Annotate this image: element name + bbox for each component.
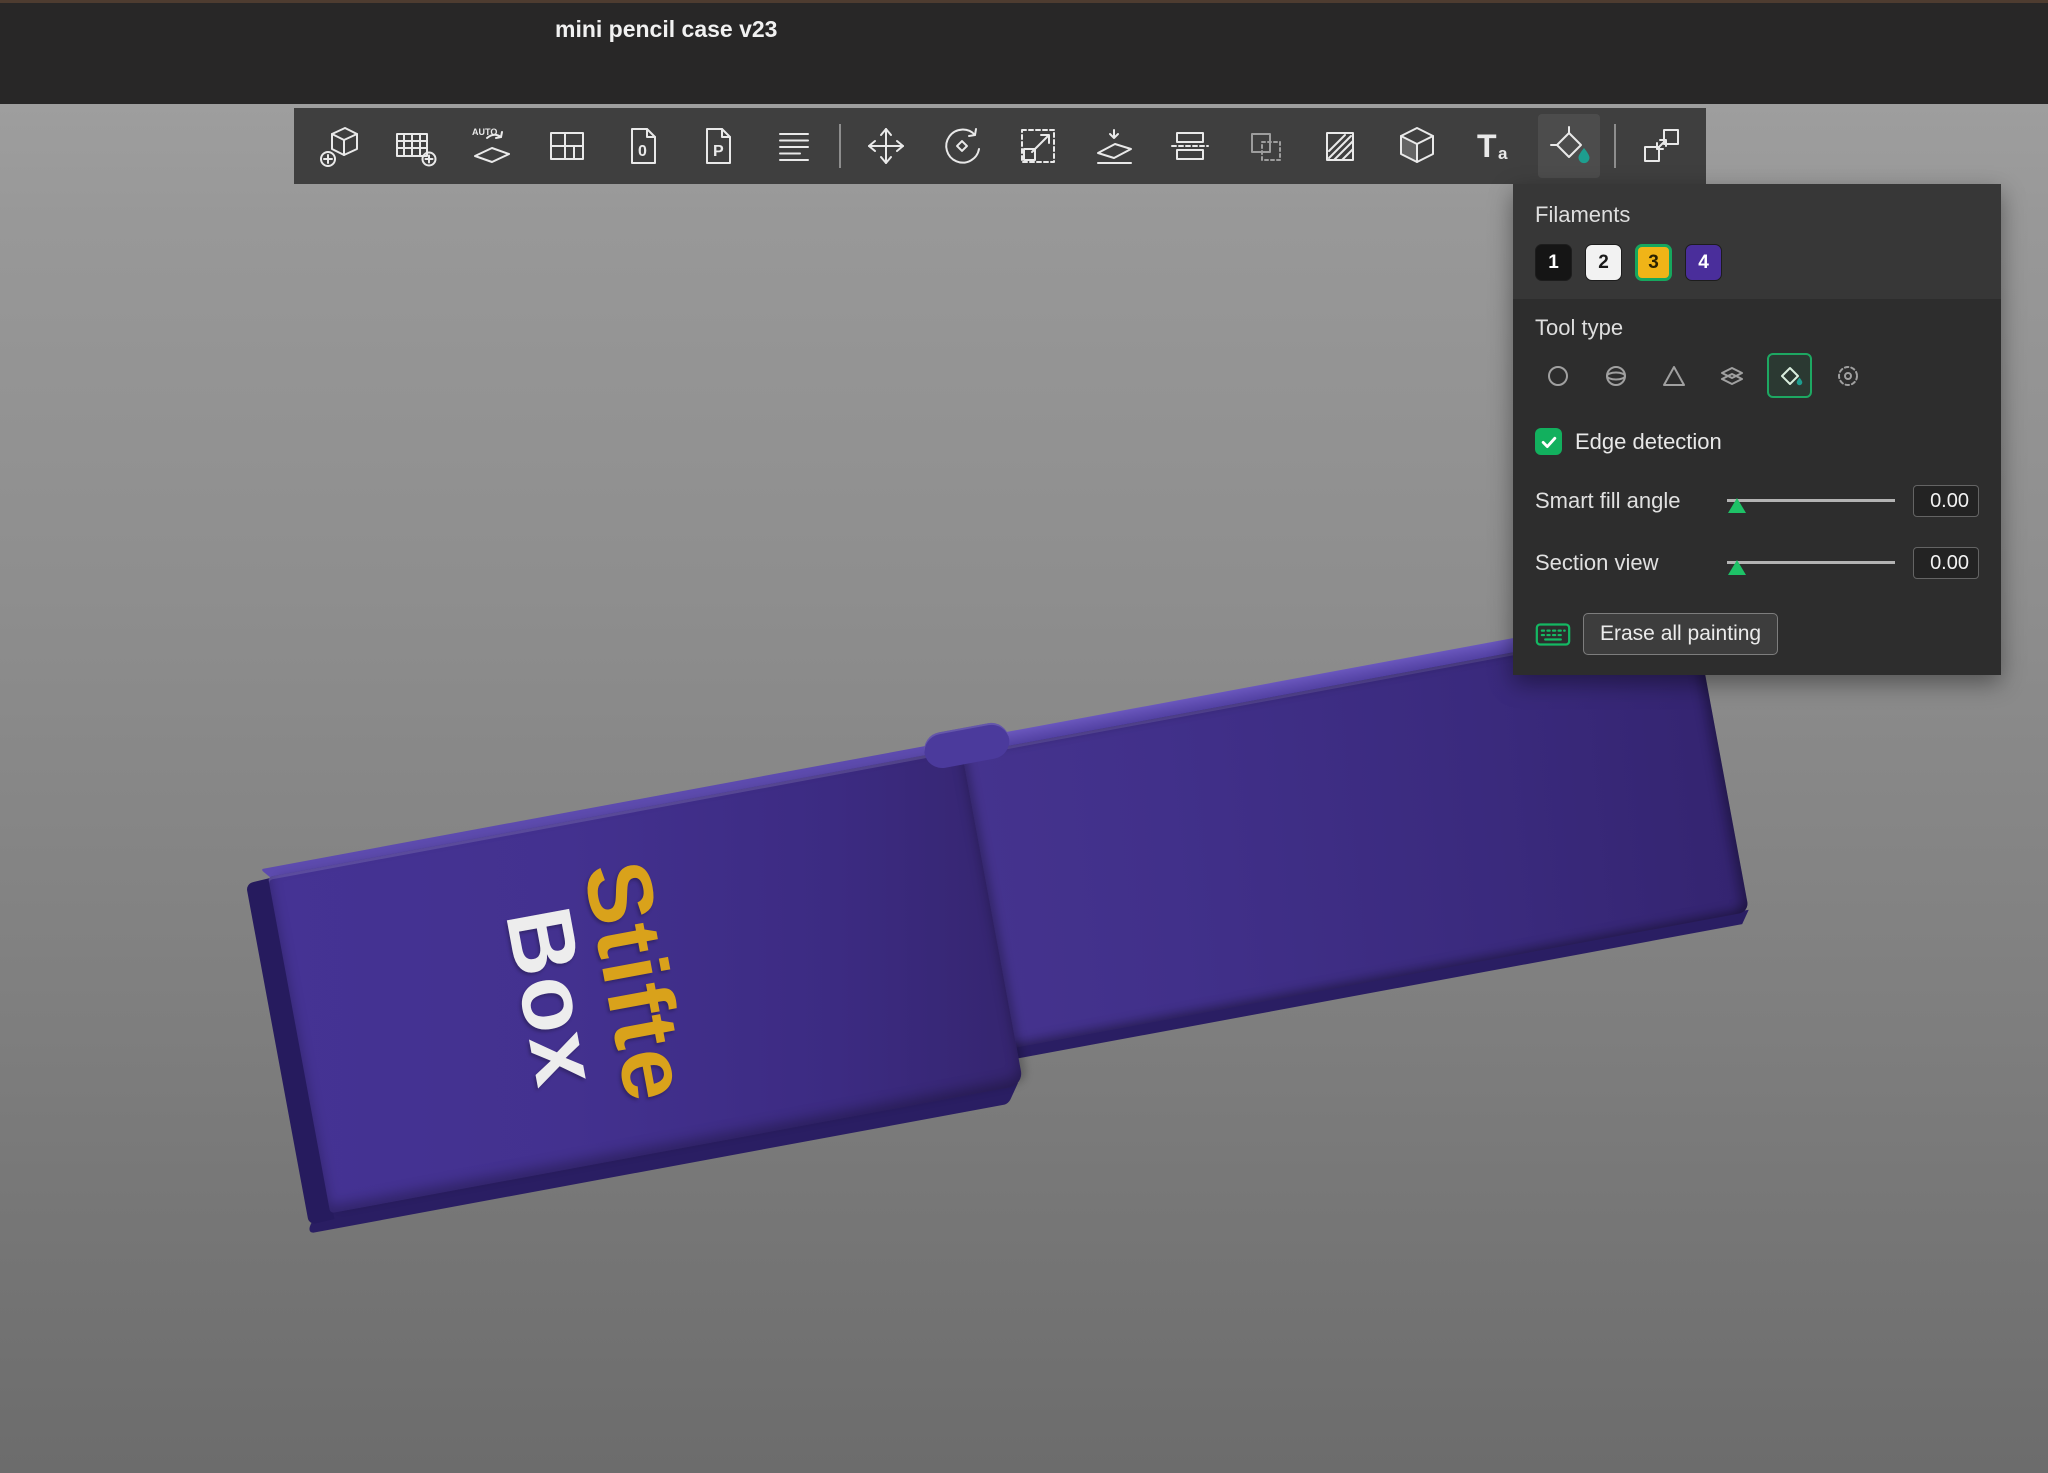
- tool-type-circle[interactable]: [1535, 353, 1580, 398]
- filament-2-number: 2: [1598, 251, 1609, 273]
- section-view-value[interactable]: 0.00: [1913, 547, 1979, 579]
- move-icon: [868, 128, 905, 164]
- filaments-section: Filaments 1 2 3 4: [1513, 184, 2001, 299]
- filament-3-number: 3: [1648, 251, 1659, 273]
- tool-type-triangle[interactable]: [1651, 353, 1696, 398]
- section-view-slider[interactable]: [1727, 548, 1895, 578]
- toolbar-text-tool-button[interactable]: T a: [1462, 114, 1524, 178]
- tool-type-height-range[interactable]: [1709, 353, 1754, 398]
- add-plate-icon: [395, 133, 437, 167]
- toolbar-arrange-button[interactable]: [536, 114, 598, 178]
- add-cube-icon: [320, 127, 358, 167]
- filament-swatches: 1 2 3 4: [1535, 244, 1979, 281]
- toolbar-color-paint-button[interactable]: [1538, 114, 1601, 178]
- toolbar-object-list-button[interactable]: [763, 114, 825, 178]
- svg-text:a: a: [1498, 144, 1508, 163]
- edge-detection-row: Edge detection: [1535, 428, 1979, 455]
- titlebar: mini pencil case v23: [0, 0, 2048, 104]
- assembly-icon: [1643, 129, 1679, 162]
- slider-thumb[interactable]: [1728, 498, 1746, 513]
- toolbar-scale-button[interactable]: [1007, 114, 1069, 178]
- place-on-face-icon: [1096, 129, 1132, 164]
- toolbar-add-plate-button[interactable]: [384, 114, 446, 178]
- toolbar-cut-button[interactable]: [1159, 114, 1221, 178]
- sphere-brush-icon: [1605, 365, 1626, 386]
- cut-icon: [1170, 132, 1209, 160]
- triangle-brush-icon: [1662, 365, 1685, 386]
- paint-panel-body: Tool type Edge detection Smart fill angl…: [1513, 299, 2001, 655]
- support-paint-icon: [1326, 132, 1355, 161]
- tool-type-fill[interactable]: [1767, 353, 1812, 398]
- check-icon: [1541, 436, 1556, 448]
- smart-fill-angle-label: Smart fill angle: [1535, 488, 1681, 513]
- height-range-icon: [1720, 366, 1743, 385]
- scale-icon: [1020, 129, 1055, 163]
- toolbar-move-button[interactable]: [855, 114, 917, 178]
- tool-type-gap-fill[interactable]: [1825, 353, 1870, 398]
- color-paint-icon: [1550, 126, 1590, 164]
- smart-fill-angle-row: Smart fill angle 0.00: [1535, 485, 1979, 517]
- toolbar-support-paint-button[interactable]: [1310, 114, 1372, 178]
- toolbar-add-object-button[interactable]: [308, 114, 370, 178]
- slider-track: [1727, 561, 1895, 564]
- erase-row: Erase all painting: [1535, 613, 1979, 655]
- toolbar-rotate-button[interactable]: [931, 114, 993, 178]
- filament-4-swatch[interactable]: 4: [1685, 244, 1722, 281]
- paint-tool-panel: Filaments 1 2 3 4 Tool type Edge detecti…: [1513, 184, 2001, 675]
- filament-1-number: 1: [1548, 251, 1559, 273]
- edge-detection-label: Edge detection: [1575, 428, 1722, 454]
- toolbar-auto-orient-button[interactable]: AUTO: [460, 114, 522, 178]
- svg-text:P: P: [713, 143, 724, 160]
- filaments-label: Filaments: [1535, 202, 1631, 227]
- main-toolbar: AUTO 0 P T a: [294, 108, 1706, 184]
- toolbar-separator: [839, 124, 842, 168]
- svg-text:T: T: [1477, 128, 1497, 164]
- text-tool-icon: T a: [1477, 128, 1508, 164]
- keyboard-shortcut-icon: [1535, 622, 1571, 646]
- model-pencil-case[interactable]: Stifte Box: [245, 607, 1758, 1234]
- smart-fill-angle-slider[interactable]: [1727, 486, 1895, 516]
- object-list-icon: [779, 133, 810, 161]
- smart-fill-angle-value[interactable]: 0.00: [1913, 485, 1979, 517]
- document-p-icon: P: [706, 128, 732, 164]
- svg-text:0: 0: [638, 143, 647, 160]
- filament-1-swatch[interactable]: 1: [1535, 244, 1572, 281]
- auto-orient-icon: AUTO: [472, 127, 510, 163]
- seam-paint-icon: [1400, 127, 1435, 163]
- tool-type-sphere[interactable]: [1593, 353, 1638, 398]
- toolbar-import-geometry-button[interactable]: 0: [612, 114, 674, 178]
- toolbar-place-on-face-button[interactable]: [1083, 114, 1145, 178]
- tool-type-label: Tool type: [1535, 315, 1624, 340]
- filament-2-swatch[interactable]: 2: [1585, 244, 1622, 281]
- project-title: mini pencil case v23: [555, 16, 778, 42]
- edge-detection-checkbox[interactable]: [1535, 428, 1562, 455]
- section-view-row: Section view 0.00: [1535, 547, 1979, 579]
- fill-bucket-icon: [1780, 366, 1802, 385]
- arrange-icon: [549, 132, 584, 160]
- rotate-icon: [945, 128, 981, 164]
- mesh-boolean-icon: [1250, 133, 1281, 161]
- document-0-icon: 0: [630, 128, 656, 164]
- tool-type-row: [1535, 353, 1979, 398]
- toolbar-assembly-button[interactable]: [1630, 114, 1692, 178]
- model-painted-text: Stifte Box: [432, 808, 756, 1172]
- filament-3-swatch[interactable]: 3: [1635, 244, 1672, 281]
- gap-fill-icon: [1837, 365, 1858, 386]
- filament-4-number: 4: [1698, 251, 1709, 273]
- section-view-label: Section view: [1535, 550, 1659, 575]
- toolbar-seam-paint-button[interactable]: [1386, 114, 1448, 178]
- slider-track: [1727, 499, 1895, 502]
- erase-all-painting-button[interactable]: Erase all painting: [1583, 613, 1779, 655]
- slider-thumb[interactable]: [1728, 560, 1746, 575]
- toolbar-mesh-boolean-button[interactable]: [1235, 114, 1297, 178]
- circle-brush-icon: [1547, 365, 1568, 386]
- toolbar-separator: [1614, 124, 1617, 168]
- toolbar-import-page-button[interactable]: P: [687, 114, 749, 178]
